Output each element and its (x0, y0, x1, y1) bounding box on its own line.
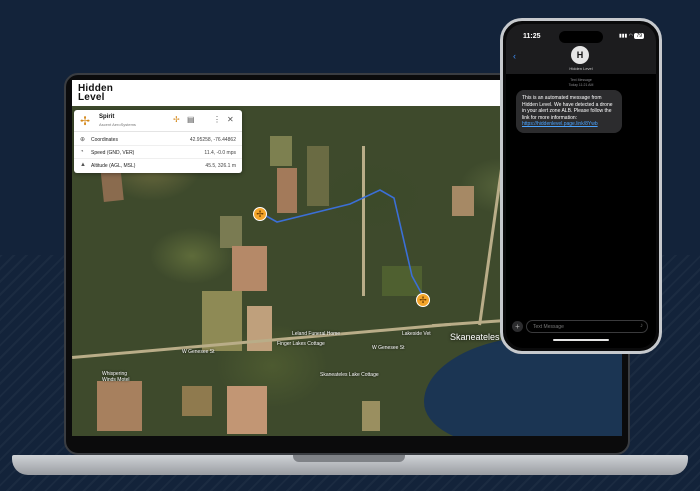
speedometer-icon: ◔ (80, 149, 84, 155)
message-link[interactable]: https://hiddenlevel.page.link/8Ywb (522, 121, 598, 127)
coordinates-row: ⊕ Coordinates 42.95258, -76.44862 (74, 133, 242, 146)
message-bubble[interactable]: This is an automated message from Hidden… (516, 90, 622, 133)
message-input[interactable]: Text Message ♪ (526, 320, 648, 333)
contact-name[interactable]: Hidden Level (506, 66, 656, 71)
message-header: 11:25 ▮▮▮ ◠ 79 ‹ H Hidden Level (506, 24, 656, 74)
crosshair-icon: ⊕ (80, 137, 86, 143)
compose-bar: + Text Message ♪ (510, 320, 652, 334)
close-icon[interactable]: ✕ (227, 115, 234, 125)
plus-icon[interactable]: + (512, 321, 523, 332)
altitude-icon: ▲ (80, 162, 86, 168)
microphone-icon[interactable]: ♪ (640, 323, 643, 329)
town-label: Skaneateles (450, 332, 500, 342)
drone-info-panel: ✢ Spirit Ascent AeroSystems ✢ ▤ ⋮ ✕ ⊕ Co… (74, 110, 242, 173)
phone-screen: 11:25 ▮▮▮ ◠ 79 ‹ H Hidden Level Text Mes… (506, 24, 656, 348)
place-label: Leland Funeral Home (292, 331, 341, 337)
place-label: Lakeside Vet (402, 331, 431, 337)
flight-log-icon[interactable]: ▤ (187, 115, 195, 125)
dynamic-island (559, 31, 603, 43)
wifi-icon: ◠ (628, 33, 634, 39)
message-text: This is an automated message from Hidden… (522, 95, 613, 121)
drone-marker[interactable]: ✢ (253, 207, 267, 221)
speed-row: ◔ Speed (GND, VER) 11.4, -0.0 mps (74, 146, 242, 159)
contact-avatar[interactable]: H (571, 46, 589, 64)
operator-marker[interactable]: ✢ (416, 293, 430, 307)
status-time: 11:25 (523, 33, 541, 40)
battery-icon: 79 (634, 33, 644, 39)
back-chevron-icon[interactable]: ‹ (513, 51, 516, 61)
message-time: Today 11:21 AM (568, 83, 594, 87)
more-options-icon[interactable]: ⋮ (213, 115, 221, 125)
altitude-row: ▲ Altitude (AGL, MSL) 45.5, 326.1 m (80, 162, 236, 169)
home-indicator[interactable] (553, 339, 609, 341)
place-label: Skaneateles Lake Cottage (320, 372, 379, 378)
message-type: Text Message (570, 78, 592, 82)
road-label: W Genesee St (372, 345, 405, 351)
status-icons: ▮▮▮ ◠ 79 (619, 33, 644, 39)
road-label: W Genesee St (182, 349, 215, 355)
drone-name: Spirit (99, 114, 115, 120)
drone-icon: ✢ (80, 114, 91, 128)
drone-type-icon[interactable]: ✢ (173, 115, 180, 125)
panel-header: ✢ Spirit Ascent AeroSystems ✢ ▤ ⋮ ✕ (74, 110, 242, 132)
signal-icon: ▮▮▮ (619, 33, 628, 39)
place-label: Finger Lakes Cottage (277, 341, 325, 347)
place-label: Whispering Winds Motel (102, 371, 130, 383)
laptop-notch (293, 455, 405, 462)
hidden-level-logo: Hidden Level (78, 83, 114, 103)
drone-manufacturer: Ascent AeroSystems (99, 122, 136, 127)
